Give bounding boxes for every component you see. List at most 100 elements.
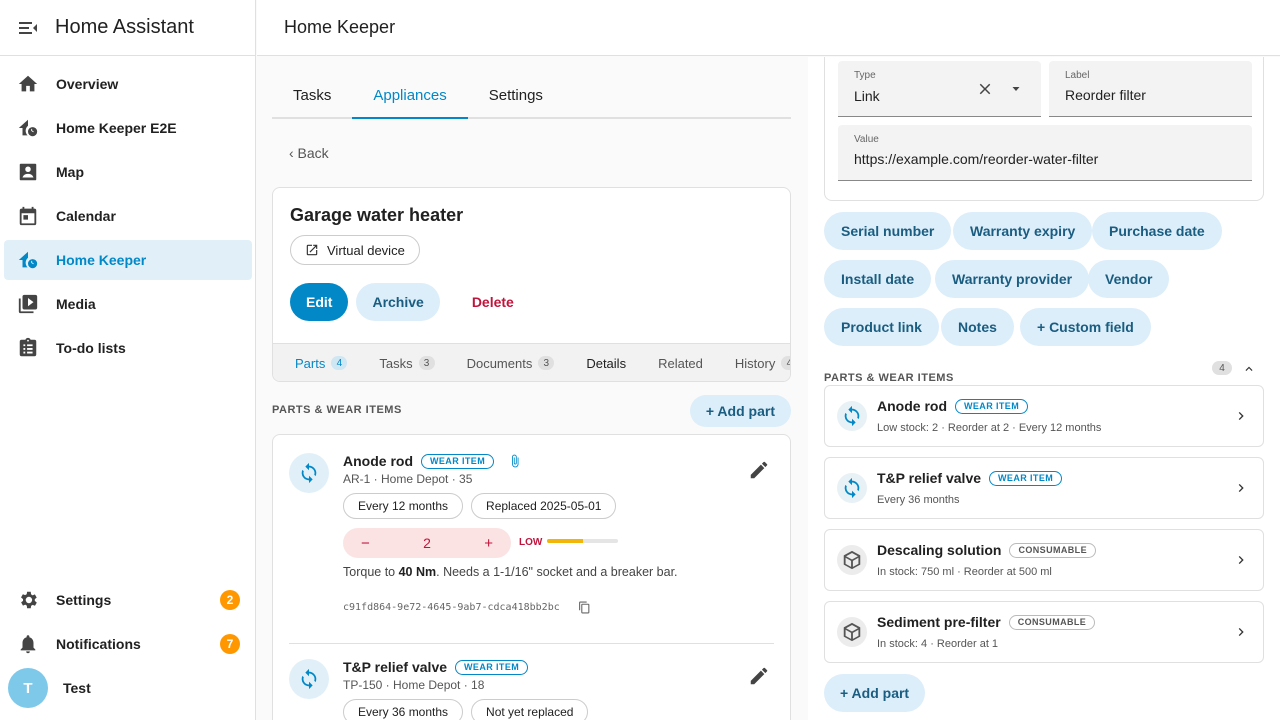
part-row[interactable]: Descaling solution CONSUMABLE In stock: 7… (824, 529, 1264, 591)
product-link-chip[interactable]: Product link (824, 308, 939, 346)
subtab-tasks[interactable]: Tasks 3 (363, 344, 450, 381)
subtab-documents[interactable]: Documents 3 (451, 344, 571, 381)
consumable-icon (837, 617, 867, 647)
increment-button[interactable]: + (484, 535, 493, 552)
part-uuid: c91fd864-9e72-4645-9ab7-cdca418bb2bc (343, 601, 591, 614)
chevron-up-icon[interactable] (1242, 362, 1256, 376)
tab-settings[interactable]: Settings (468, 73, 564, 117)
panel-parts-label: PARTS & WEAR ITEMS (824, 372, 954, 384)
panel-add-part-button[interactable]: + Add part (824, 674, 926, 712)
wear-item-tag: WEAR ITEM (455, 659, 529, 675)
map-person-icon (19, 163, 37, 181)
part-row[interactable]: T&P relief valve WEAR ITEM Every 36 month… (824, 457, 1264, 519)
consumable-tag: CONSUMABLE (1009, 542, 1096, 558)
pencil-icon[interactable] (748, 665, 770, 687)
divider (289, 643, 774, 644)
part-row-title: Descaling solution CONSUMABLE (877, 542, 1096, 558)
close-icon[interactable] (976, 80, 994, 98)
sidebar-item-label: To-do lists (56, 340, 126, 356)
note-suffix: . Needs a 1-1/16" socket and a breaker b… (436, 565, 678, 579)
chevron-down-icon[interactable] (1010, 83, 1022, 95)
subtab-history[interactable]: History 4 (719, 344, 790, 381)
page-title: Home Keeper (284, 17, 396, 37)
type-select[interactable]: Type Link (838, 61, 1041, 117)
delete-button[interactable]: Delete (456, 283, 530, 321)
part-row[interactable]: Sediment pre-filter CONSUMABLE In stock: … (824, 601, 1264, 663)
wear-item-tag: WEAR ITEM (955, 398, 1029, 414)
value-value: https://example.com/reorder-water-filter (854, 151, 1099, 167)
sidebar-item-todo-lists[interactable]: To-do lists (4, 328, 252, 368)
part-row-sub: Every 36 months (877, 494, 960, 506)
notes-chip[interactable]: Notes (941, 308, 1014, 346)
cube-icon (843, 622, 861, 642)
chevron-right-icon (1238, 628, 1244, 636)
cube-icon (843, 550, 861, 570)
wear-item-icon (837, 401, 867, 431)
part-name: Anode rod (343, 453, 413, 469)
value-label: Value (854, 134, 879, 145)
pencil-icon[interactable] (748, 459, 770, 481)
part-header: Anode rod WEAR ITEM AR-1 · Home Depot · … (343, 453, 522, 486)
appliance-title: Garage water heater (290, 205, 464, 225)
add-part-button[interactable]: + Add part (689, 395, 791, 427)
sidebar-item-overview[interactable]: Overview (4, 64, 252, 104)
virtual-device-chip[interactable]: Virtual device (290, 235, 420, 265)
parts-section-label: PARTS & WEAR ITEMS (272, 404, 402, 416)
low-stock-label: LOW (519, 537, 543, 548)
type-label: Type (854, 70, 876, 81)
sidebar-item-map[interactable]: Map (4, 152, 252, 192)
purchase-date-chip[interactable]: Purchase date (1092, 212, 1222, 250)
sidebar-item-user[interactable]: T Test (4, 668, 252, 708)
back-link[interactable]: ‹ Back (289, 145, 329, 161)
wear-item-tag: WEAR ITEM (989, 470, 1063, 486)
subtab-count: 3 (418, 356, 435, 370)
wear-item-icon (289, 659, 329, 699)
custom-field-chip[interactable]: + Custom field (1020, 308, 1151, 346)
menu-collapse-icon[interactable] (16, 16, 40, 40)
main-content: Tasks Appliances Settings ‹ Back Garage … (257, 57, 808, 720)
label-field[interactable]: Label Reorder filter (1049, 61, 1252, 117)
edit-button[interactable]: Edit (290, 283, 349, 321)
subtab-related[interactable]: Related (642, 344, 719, 381)
sidebar-item-home-keeper-e2e[interactable]: Home Keeper E2E (4, 108, 252, 148)
gear-icon (21, 591, 37, 609)
install-date-chip[interactable]: Install date (824, 260, 932, 298)
part-chips: Every 36 months Not yet replaced (343, 699, 589, 720)
note-bold: 40 Nm (398, 565, 437, 579)
serial-number-chip[interactable]: Serial number (824, 212, 952, 250)
calendar-icon (19, 206, 37, 226)
part-row-name: Descaling solution (877, 542, 1002, 558)
warranty-expiry-chip[interactable]: Warranty expiry (953, 212, 1093, 250)
paperclip-icon[interactable] (508, 454, 522, 468)
consumable-icon (837, 545, 867, 575)
sidebar-item-settings[interactable]: Settings 2 (4, 580, 252, 620)
tab-tasks[interactable]: Tasks (272, 73, 352, 117)
subtab-details[interactable]: Details (570, 344, 642, 381)
tab-appliances[interactable]: Appliances (352, 73, 468, 119)
sidebar-item-calendar[interactable]: Calendar (4, 196, 252, 236)
part-row[interactable]: Anode rod WEAR ITEM Low stock: 2 · Reorde… (824, 385, 1264, 447)
note-prefix: Torque to (343, 565, 399, 579)
edit-panel: Type Link Label Reorder filter Value htt… (808, 57, 1280, 720)
subtab-label: Details (586, 355, 627, 371)
sidebar-item-label: Home Keeper E2E (56, 120, 177, 136)
bell-icon (20, 635, 36, 654)
copy-icon[interactable] (578, 601, 591, 614)
warranty-provider-chip[interactable]: Warranty provider (935, 260, 1090, 298)
part-row-title: Sediment pre-filter CONSUMABLE (877, 614, 1096, 630)
vendor-chip[interactable]: Vendor (1088, 260, 1170, 298)
subtab-count: 4 (331, 356, 348, 370)
decrement-button[interactable]: − (361, 535, 370, 552)
chevron-right-icon (1238, 556, 1244, 564)
subtab-parts[interactable]: Parts 4 (273, 344, 363, 381)
archive-button[interactable]: Archive (356, 283, 440, 321)
sidebar-item-home-keeper[interactable]: Home Keeper (4, 240, 252, 280)
part-sub: TP-150 · Home Depot · 18 (343, 678, 485, 692)
part-row-title: T&P relief valve WEAR ITEM (877, 470, 1063, 486)
part-note: Torque to 40 Nm. Needs a 1-1/16" socket … (343, 565, 678, 579)
settings-badge: 2 (220, 590, 240, 610)
sidebar-item-notifications[interactable]: Notifications 7 (4, 624, 252, 664)
sidebar-item-media[interactable]: Media (4, 284, 252, 324)
replaced-chip: Replaced 2025-05-01 (471, 493, 617, 519)
value-field[interactable]: Value https://example.com/reorder-water-… (838, 125, 1252, 181)
